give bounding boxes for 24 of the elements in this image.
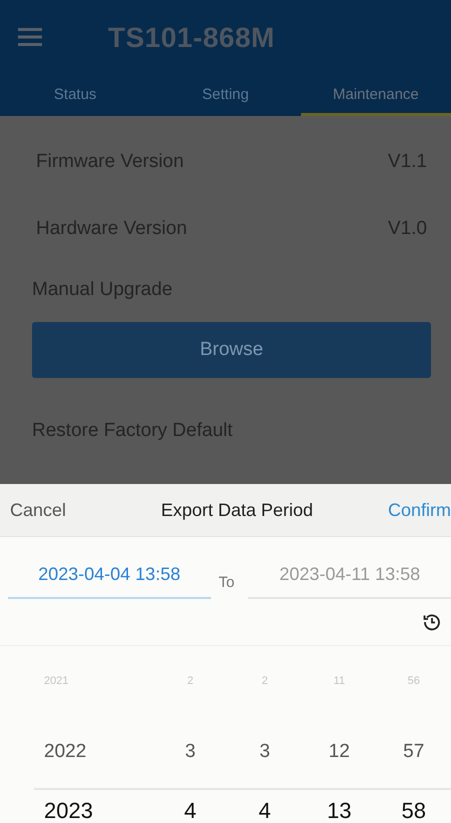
history-icon [423, 613, 441, 631]
picker-value[interactable]: 3 [184, 741, 196, 763]
picker-value[interactable]: 13 [327, 798, 352, 823]
picker-value[interactable]: 12 [328, 741, 350, 763]
tab[interactable]: Setting [150, 76, 301, 116]
picker-value[interactable]: 4 [258, 798, 271, 823]
history-button[interactable] [423, 613, 441, 631]
confirm-button[interactable]: Confirm [388, 500, 451, 520]
sheet-title: Export Data Period [160, 500, 314, 520]
picker-value[interactable]: 4 [184, 798, 196, 823]
end-date-field[interactable]: 2023-04-11 13:58 [248, 551, 451, 599]
picker-value[interactable]: 2023 [44, 798, 93, 823]
browse-button[interactable]: Browse [32, 322, 431, 378]
app-title: TS101-868M [108, 22, 275, 54]
to-label: To [218, 574, 236, 593]
tab[interactable]: Maintenance [300, 76, 451, 116]
tab[interactable]: Status [0, 76, 150, 116]
picker-value[interactable]: 3 [259, 741, 270, 763]
start-date-field[interactable]: 2023-04-04 13:58 [8, 551, 211, 599]
cancel-button[interactable]: Cancel [10, 500, 66, 520]
picker-value[interactable]: 57 [403, 741, 424, 763]
picker-value[interactable]: 2022 [44, 741, 86, 763]
picker-value[interactable]: 58 [402, 798, 426, 823]
menu-icon [18, 28, 42, 46]
